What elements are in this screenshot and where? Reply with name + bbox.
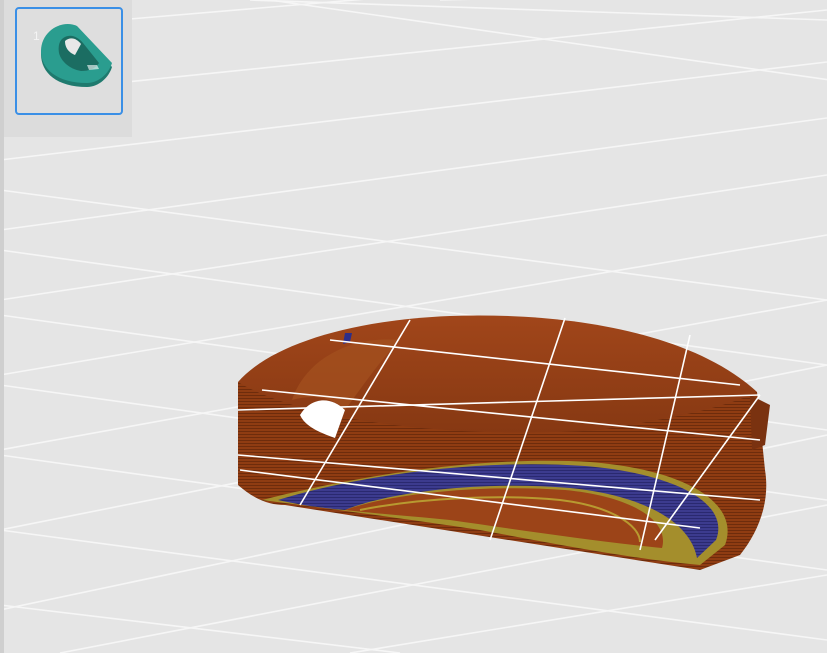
plate-thumbnail-1[interactable]: 1 <box>15 7 123 115</box>
plate-model-thumbnail-icon <box>41 23 112 88</box>
sliced-model-preview[interactable] <box>238 315 770 570</box>
3d-viewport[interactable]: 1 <box>0 0 827 653</box>
plate-list-panel: 1 <box>4 0 132 137</box>
